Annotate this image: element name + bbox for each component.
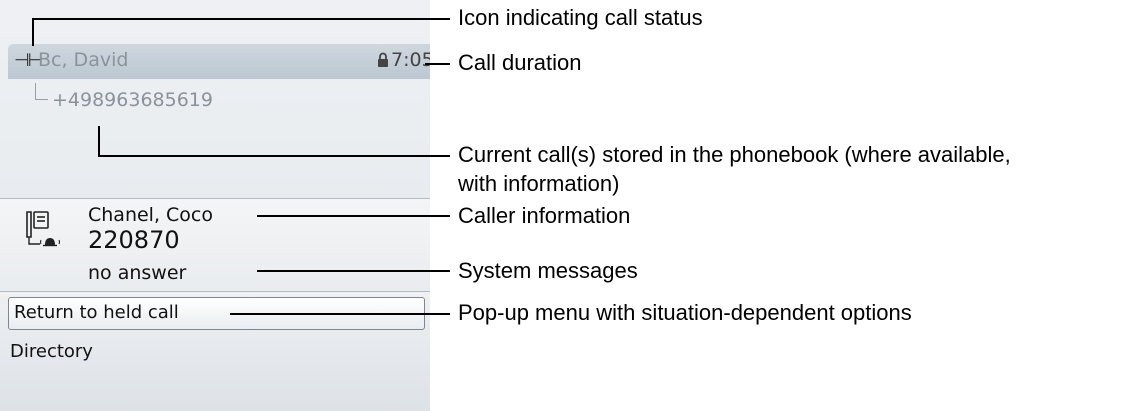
- current-caller-name: Bc, David: [38, 49, 129, 71]
- annotation-call-duration: Call duration: [458, 50, 582, 75]
- system-message: no answer: [88, 262, 187, 284]
- callout-line-system-messages: [257, 270, 450, 272]
- menu-item-directory[interactable]: Directory: [10, 341, 93, 362]
- annotation-popup-menu: Pop-up menu with situation-dependent opt…: [458, 300, 912, 325]
- annotation-phonebook-line2: with information): [458, 171, 620, 196]
- annotation-phonebook-line1: Current call(s) stored in the phonebook …: [458, 142, 1011, 167]
- callout-line-status-icon-drop: [32, 18, 34, 46]
- number-connector-line: [35, 83, 48, 100]
- phone-display: ⊣⊢ Bc, David 7:05 +498963685619 Chanel, …: [0, 0, 430, 411]
- ringing-phone-icon: [26, 211, 60, 247]
- current-caller-number: +498963685619: [52, 89, 213, 111]
- caller-info-panel: [0, 199, 430, 291]
- annotation-caller-info: Caller information: [458, 203, 631, 228]
- annotation-status-icon: Icon indicating call status: [458, 5, 703, 30]
- callout-line-phonebook-drop: [98, 126, 100, 156]
- callout-line-status-icon: [32, 18, 450, 20]
- callout-line-phonebook: [98, 155, 450, 157]
- lock-icon: [378, 52, 388, 67]
- callout-line-duration: [425, 63, 450, 65]
- annotation-system-messages: System messages: [458, 258, 638, 283]
- incoming-caller-name: Chanel, Coco: [88, 204, 214, 226]
- menu-item-label: Return to held call: [14, 302, 179, 323]
- callout-line-popup-menu: [230, 313, 450, 315]
- incoming-caller-number: 220870: [88, 226, 180, 254]
- call-duration: 7:05: [391, 49, 430, 71]
- callout-line-caller-info: [257, 215, 450, 217]
